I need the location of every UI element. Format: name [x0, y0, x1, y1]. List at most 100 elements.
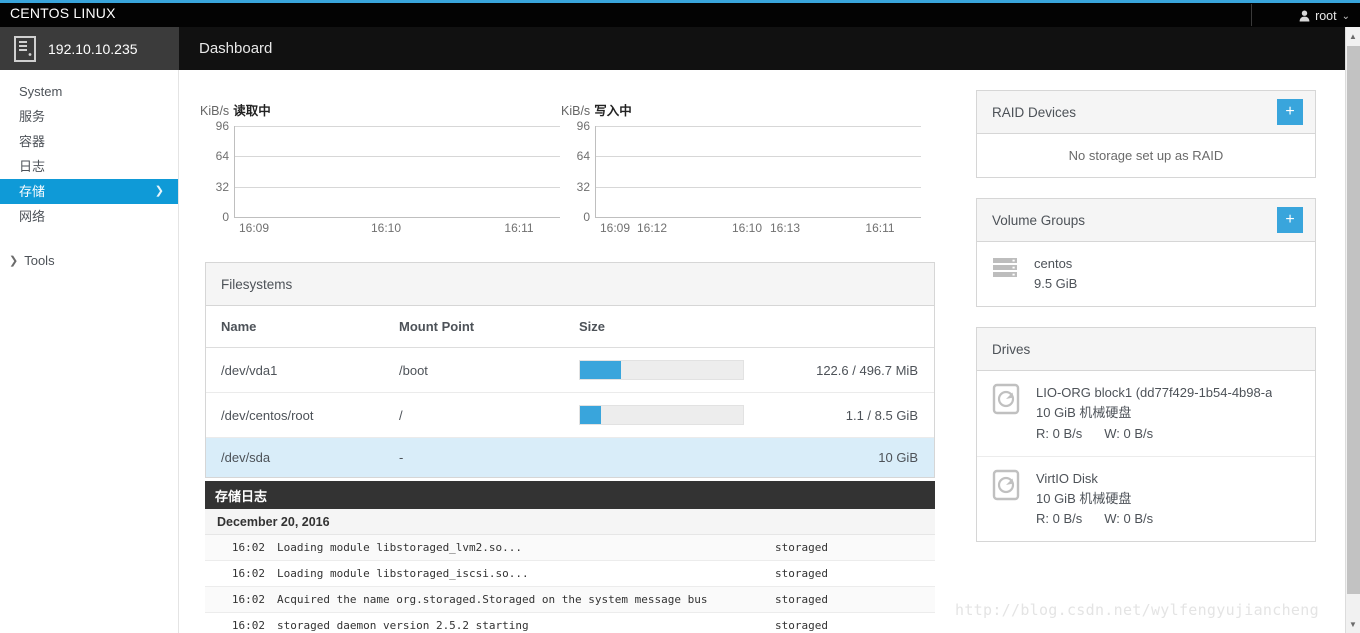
scroll-down-arrow-icon[interactable]: ▼ [1346, 617, 1360, 631]
fs-mount: - [384, 437, 564, 477]
log-entry[interactable]: 16:02 Acquired the name org.storaged.Sto… [205, 587, 935, 613]
drives-title: Drives [992, 341, 1031, 357]
volume-group-item[interactable]: centos 9.5 GiB [977, 242, 1315, 306]
y-tick: 32 [576, 180, 590, 194]
fs-size-bar [564, 392, 794, 438]
usage-bar-track [579, 360, 744, 380]
sidebar-item-label: 容器 [19, 134, 46, 149]
brand-title: CENTOS LINUX [10, 5, 116, 21]
sidebar-group-tools[interactable]: ❯ Tools [0, 249, 178, 271]
log-entry[interactable]: 16:02 storaged daemon version 2.5.2 star… [205, 613, 935, 633]
sidebar-item-networking[interactable]: 网络 [0, 204, 178, 229]
raid-panel-header: RAID Devices + [977, 91, 1315, 134]
drive-text: LIO-ORG block1 (dd77f429-1b54-4b98-a 10 … [1036, 383, 1272, 443]
fs-size-bar [564, 437, 794, 477]
io-charts: KiB/s 读取中 96 64 32 0 16:09 16:10 16:11 16… [200, 100, 1161, 250]
fs-size-bar [564, 347, 794, 393]
y-tick: 32 [215, 180, 229, 194]
reading-chart-title: 读取中 [233, 104, 271, 118]
fs-name: /dev/vda1 [206, 347, 384, 393]
log-source: storaged [775, 593, 828, 606]
log-message: Loading module libstoraged_iscsi.so... [277, 567, 529, 580]
sidebar-item-storage[interactable]: 存储 ❯ [0, 179, 178, 204]
log-time: 16:02 [231, 541, 265, 554]
add-raid-button[interactable]: + [1277, 99, 1303, 125]
drive-name: LIO-ORG block1 (dd77f429-1b54-4b98-a [1036, 385, 1273, 401]
x-tick: 16:11 [865, 221, 895, 235]
storage-log-panel: 存储日志 December 20, 2016 16:02 Loading mod… [205, 481, 935, 633]
scrollbar-thumb[interactable] [1347, 46, 1360, 594]
filesystems-panel-header: Filesystems [206, 263, 934, 306]
host-ip-label: 192.10.10.235 [48, 40, 138, 57]
scroll-up-arrow-icon[interactable]: ▲ [1346, 29, 1360, 43]
y-tick: 96 [215, 119, 229, 133]
drive-read-rate: R: 0 B/s [1036, 510, 1083, 526]
sidebar-item-label: 服务 [19, 109, 46, 124]
filesystems-table: Name Mount Point Size /dev/vda1 /boot 12… [206, 306, 934, 477]
column-header-mount: Mount Point [384, 306, 564, 348]
right-rail: RAID Devices + No storage set up as RAID… [976, 90, 1316, 562]
drive-read-rate: R: 0 B/s [1036, 425, 1083, 441]
raid-title: RAID Devices [992, 104, 1077, 120]
drive-io: R: 0 B/s W: 0 B/s [1036, 424, 1272, 444]
fs-usage: 1.1 / 8.5 GiB [794, 392, 934, 438]
drive-item[interactable]: LIO-ORG block1 (dd77f429-1b54-4b98-a 10 … [977, 371, 1315, 457]
raid-empty-message: No storage set up as RAID [1068, 148, 1224, 163]
volume-group-icon [993, 258, 1017, 277]
sidebar-item-containers[interactable]: 容器 [0, 129, 178, 154]
x-tick: 16:09 [599, 221, 631, 235]
fs-name: /dev/centos/root [206, 392, 384, 438]
writing-chart-caption: KiB/s 写入中 [561, 100, 921, 119]
drives-panel-header: Drives [977, 328, 1315, 372]
sidebar: System 服务 容器 日志 存储 ❯ 网络 ❯ Tools [0, 70, 179, 633]
sidebar-item-logs[interactable]: 日志 [0, 154, 178, 179]
fs-name: /dev/sda [206, 437, 384, 477]
server-icon [14, 35, 36, 62]
sidebar-group-label: Tools [24, 252, 55, 268]
user-menu[interactable]: root ⌄ [1299, 6, 1350, 26]
y-tick: 96 [576, 119, 590, 133]
reading-chart-caption: KiB/s 读取中 [200, 100, 560, 119]
watermark-text: http://blog.csdn.net/wylfengyujiancheng [955, 601, 1319, 619]
drive-item[interactable]: VirtIO Disk 10 GiB 机械硬盘 R: 0 B/s W: 0 B/… [977, 457, 1315, 541]
reading-chart: KiB/s 读取中 96 64 32 0 16:09 16:10 16:11 16… [200, 100, 800, 250]
log-time: 16:02 [231, 567, 265, 580]
column-header-usage [794, 306, 934, 348]
x-tick: 16:11 [504, 221, 534, 235]
sidebar-item-system[interactable]: System [0, 79, 178, 104]
host-selector[interactable]: 192.10.10.235 [0, 27, 179, 70]
y-tick: 0 [222, 210, 229, 224]
volume-group-text: centos 9.5 GiB [1034, 254, 1077, 294]
chevron-right-icon: ❯ [9, 254, 19, 267]
y-tick: 0 [583, 210, 590, 224]
usage-bar-track [579, 405, 744, 425]
table-row[interactable]: /dev/vda1 /boot 122.6 / 496.7 MiB [206, 347, 934, 393]
y-tick: 64 [576, 149, 590, 163]
drive-write-rate: W: 0 B/s [1104, 425, 1154, 441]
raid-devices-panel: RAID Devices + No storage set up as RAID [976, 90, 1316, 178]
table-header-row: Name Mount Point Size [206, 306, 934, 348]
volume-groups-panel-header: Volume Groups + [977, 199, 1315, 242]
user-icon [1299, 10, 1310, 22]
sidebar-item-services[interactable]: 服务 [0, 104, 178, 129]
fs-usage: 10 GiB [794, 437, 934, 477]
fs-mount: / [384, 392, 564, 438]
drive-io: R: 0 B/s W: 0 B/s [1036, 509, 1153, 529]
sidebar-item-label: System [19, 84, 63, 99]
log-entry[interactable]: 16:02 Loading module libstoraged_iscsi.s… [205, 561, 935, 587]
sidebar-item-label: 网络 [19, 209, 46, 224]
table-row[interactable]: /dev/sda - 10 GiB [206, 437, 934, 477]
sidebar-item-label: 日志 [19, 159, 46, 174]
hard-drive-icon [992, 469, 1020, 500]
add-volume-group-button[interactable]: + [1277, 207, 1303, 233]
reading-chart-plot: 96 64 32 0 [216, 119, 560, 224]
volume-group-name: centos [1034, 256, 1073, 271]
table-row[interactable]: /dev/centos/root / 1.1 / 8.5 GiB [206, 392, 934, 438]
drive-name: VirtIO Disk [1036, 470, 1098, 486]
log-entry[interactable]: 16:02 Loading module libstoraged_lvm2.so… [205, 535, 935, 561]
vertical-scrollbar[interactable]: ▲ ▼ [1345, 27, 1360, 633]
log-time: 16:02 [231, 619, 265, 632]
drives-panel: Drives LIO-ORG block1 (dd77f429-1b54-4b9… [976, 327, 1316, 543]
sidebar-item-label: 存储 [19, 184, 46, 199]
filesystems-panel: Filesystems Name Mount Point Size /dev/v… [205, 262, 935, 478]
